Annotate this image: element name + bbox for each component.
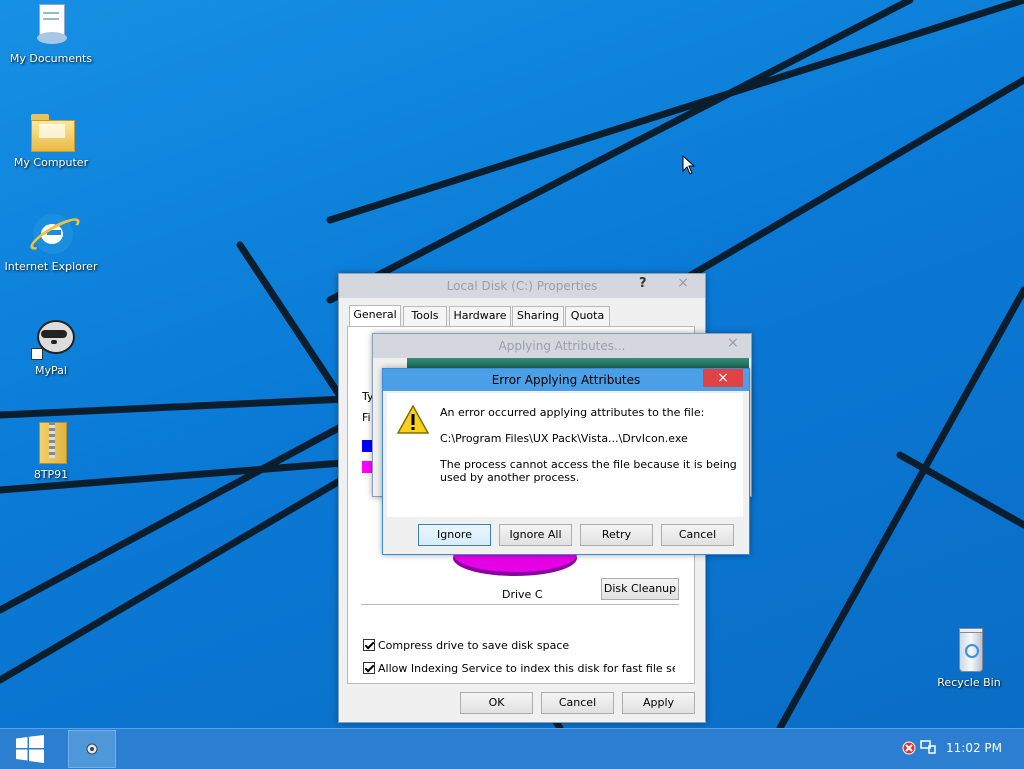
desktop-icon-label: My Computer xyxy=(13,156,89,169)
indexing-checkbox[interactable] xyxy=(363,662,375,674)
desktop-icon-internet-explorer[interactable]: Internet Explorer xyxy=(1,210,101,273)
progress-bar xyxy=(407,358,749,368)
network-icon[interactable] xyxy=(920,739,936,755)
tab-tools[interactable]: Tools xyxy=(403,306,447,326)
cancel-button[interactable]: Cancel xyxy=(541,692,614,714)
drive-label: Drive C xyxy=(502,588,543,601)
panel-divider xyxy=(361,604,679,605)
desktop-icon-label: My Documents xyxy=(9,52,93,65)
indexing-label: Allow Indexing Service to index this dis… xyxy=(378,662,675,675)
desktop-icon-mypal[interactable]: MyPal xyxy=(1,314,101,377)
desktop-icon-label: Recycle Bin xyxy=(937,676,1001,689)
ignore-all-button[interactable]: Ignore All xyxy=(499,524,572,546)
filesystem-label-partial: Fi xyxy=(362,411,371,424)
help-button[interactable]: ? xyxy=(639,276,653,294)
document-icon xyxy=(27,2,75,50)
taskbar: 11:02 PM xyxy=(0,728,1024,769)
raccoon-icon xyxy=(27,314,75,362)
warning-icon xyxy=(397,405,429,434)
taskbar-item-properties[interactable] xyxy=(68,730,116,768)
applying-titlebar[interactable]: Applying Attributes... xyxy=(373,334,751,358)
zip-folder-icon xyxy=(27,418,75,466)
desktop-icon-label: 8TP91 xyxy=(33,468,69,481)
mouse-cursor-icon xyxy=(682,155,696,175)
close-icon[interactable]: × xyxy=(723,335,743,353)
apply-button[interactable]: Apply xyxy=(622,692,695,714)
windows-logo-icon xyxy=(16,735,44,763)
tab-general[interactable]: General xyxy=(349,305,401,327)
folder-icon xyxy=(27,106,75,154)
tab-quota[interactable]: Quota xyxy=(565,306,610,326)
desktop-icon-recycle-bin[interactable]: Recycle Bin xyxy=(919,626,1019,689)
error-titlebar[interactable]: Error Applying Attributes xyxy=(383,369,749,391)
compress-checkbox[interactable] xyxy=(363,639,375,651)
tab-sharing[interactable]: Sharing xyxy=(512,306,564,326)
internet-explorer-icon xyxy=(26,210,84,258)
desktop-icon-8tp91[interactable]: 8TP91 xyxy=(1,418,101,481)
disk-cleanup-button[interactable]: Disk Cleanup xyxy=(601,578,679,600)
desktop-icon-label: MyPal xyxy=(35,364,67,377)
network-error-icon[interactable] xyxy=(902,741,916,755)
applying-title: Applying Attributes... xyxy=(498,339,626,353)
free-space-swatch xyxy=(362,461,372,473)
desktop-icon-my-documents[interactable]: My Documents xyxy=(1,2,101,65)
error-message-line3: The process cannot access the file becau… xyxy=(440,458,737,471)
error-message-line4: used by another process. xyxy=(440,471,580,484)
ok-button[interactable]: OK xyxy=(460,692,533,714)
close-icon[interactable]: × xyxy=(703,369,743,387)
start-button[interactable] xyxy=(0,729,60,769)
ignore-button[interactable]: Ignore xyxy=(418,524,491,546)
error-cancel-button[interactable]: Cancel xyxy=(661,524,734,546)
taskbar-clock[interactable]: 11:02 PM xyxy=(946,741,1002,755)
used-space-swatch xyxy=(362,440,372,452)
retry-button[interactable]: Retry xyxy=(580,524,653,546)
error-message-line1: An error occurred applying attributes to… xyxy=(440,406,705,419)
desktop-icon-label: Internet Explorer xyxy=(4,260,98,273)
desktop-icon-my-computer[interactable]: My Computer xyxy=(1,106,101,169)
properties-title: Local Disk (C:) Properties xyxy=(446,279,598,293)
gear-icon xyxy=(86,743,98,755)
compress-label: Compress drive to save disk space xyxy=(378,639,570,652)
recycle-bin-icon xyxy=(945,626,993,674)
error-file-path: C:\Program Files\UX Pack\Vista...\DrvIco… xyxy=(440,432,688,445)
close-icon[interactable]: × xyxy=(673,275,693,293)
tab-hardware[interactable]: Hardware xyxy=(449,306,511,326)
error-title: Error Applying Attributes xyxy=(491,373,641,387)
